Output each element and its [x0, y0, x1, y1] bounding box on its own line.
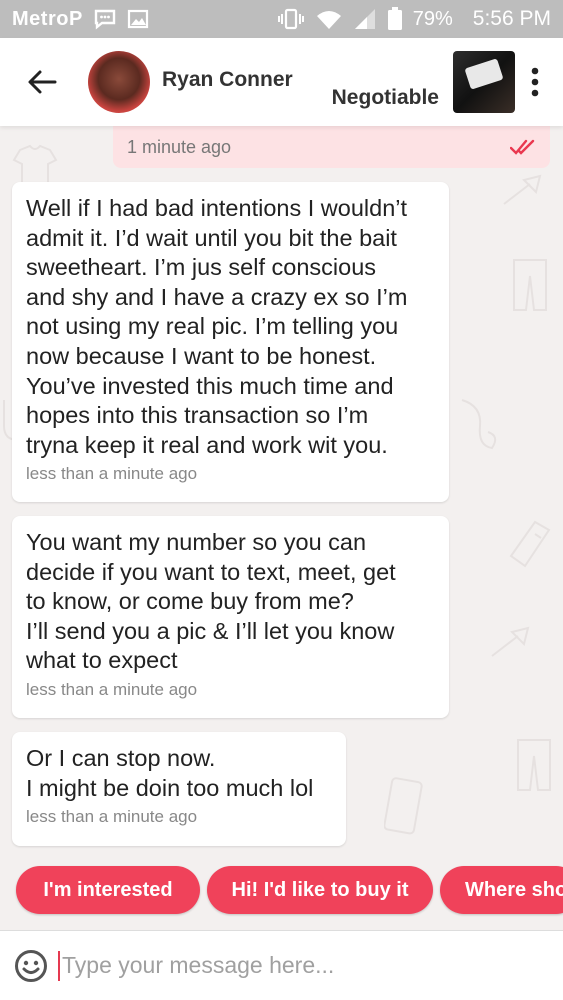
- text-cursor: [58, 950, 60, 981]
- contact-name[interactable]: Ryan Conner: [162, 68, 293, 92]
- message-timestamp: less than a minute ago: [26, 679, 198, 699]
- contact-avatar[interactable]: [88, 51, 150, 113]
- message-text: You want my number so you can decide if …: [26, 529, 396, 674]
- quick-reply-interested[interactable]: I'm interested: [16, 866, 200, 914]
- clock-time: 5:56 PM: [472, 7, 551, 30]
- status-left: MetroP: [12, 8, 149, 31]
- incoming-message[interactable]: Or I can stop now. I might be doin too m…: [12, 732, 346, 846]
- smiley-icon: [15, 949, 47, 982]
- more-options-button[interactable]: [515, 52, 555, 112]
- message-text: Or I can stop now. I might be doin too m…: [26, 745, 314, 801]
- signal-icon: [353, 8, 377, 30]
- vibrate-icon: [277, 8, 305, 30]
- wifi-icon: [315, 8, 343, 30]
- product-thumbnail[interactable]: [453, 51, 515, 113]
- battery-icon: [387, 7, 403, 31]
- more-vertical-icon: [531, 67, 539, 97]
- message-timestamp: 1 minute ago: [127, 136, 232, 157]
- read-receipt-icon: [510, 139, 535, 155]
- chat-notification-icon: [93, 8, 117, 30]
- emoji-button[interactable]: [12, 947, 50, 985]
- incoming-message[interactable]: Well if I had bad intentions I wouldn’t …: [12, 182, 449, 502]
- quick-reply-buy[interactable]: Hi! I'd like to buy it: [207, 866, 433, 914]
- outgoing-message[interactable]: 1 minute ago: [113, 126, 550, 168]
- message-text: Well if I had bad intentions I wouldn’t …: [26, 195, 408, 458]
- phone-doodle-icon: [384, 777, 423, 835]
- quick-reply-where[interactable]: Where sho: [440, 866, 563, 914]
- trumpet-doodle-icon: [503, 174, 542, 205]
- incoming-message[interactable]: You want my number so you can decide if …: [12, 516, 449, 718]
- carrier-label: MetroP: [12, 7, 83, 30]
- saxophone-doodle-icon: [461, 399, 497, 450]
- back-button[interactable]: [12, 52, 72, 112]
- price-label: Negotiable: [331, 86, 439, 109]
- tag-doodle-icon: [509, 520, 551, 568]
- quick-replies: I'm interested Hi! I'd like to buy it Wh…: [0, 866, 563, 916]
- message-timestamp: less than a minute ago: [26, 807, 198, 827]
- chat-thread[interactable]: 1 minute ago Well if I had bad intention…: [0, 126, 563, 930]
- status-right: 79% 5:56 PM: [277, 7, 551, 31]
- status-bar: MetroP 79% 5:56 PM: [0, 0, 563, 38]
- back-arrow-icon: [28, 70, 57, 94]
- battery-percent: 79%: [412, 7, 453, 30]
- pants-doodle-icon-2: [517, 739, 551, 791]
- message-input[interactable]: [62, 952, 522, 979]
- message-timestamp: less than a minute ago: [26, 464, 198, 484]
- pants-doodle-icon: [513, 259, 547, 311]
- trumpet-doodle-icon-2: [491, 626, 530, 657]
- chat-header: Ryan Conner Negotiable: [0, 38, 563, 126]
- message-composer: [0, 930, 563, 1000]
- image-notification-icon: [127, 9, 149, 29]
